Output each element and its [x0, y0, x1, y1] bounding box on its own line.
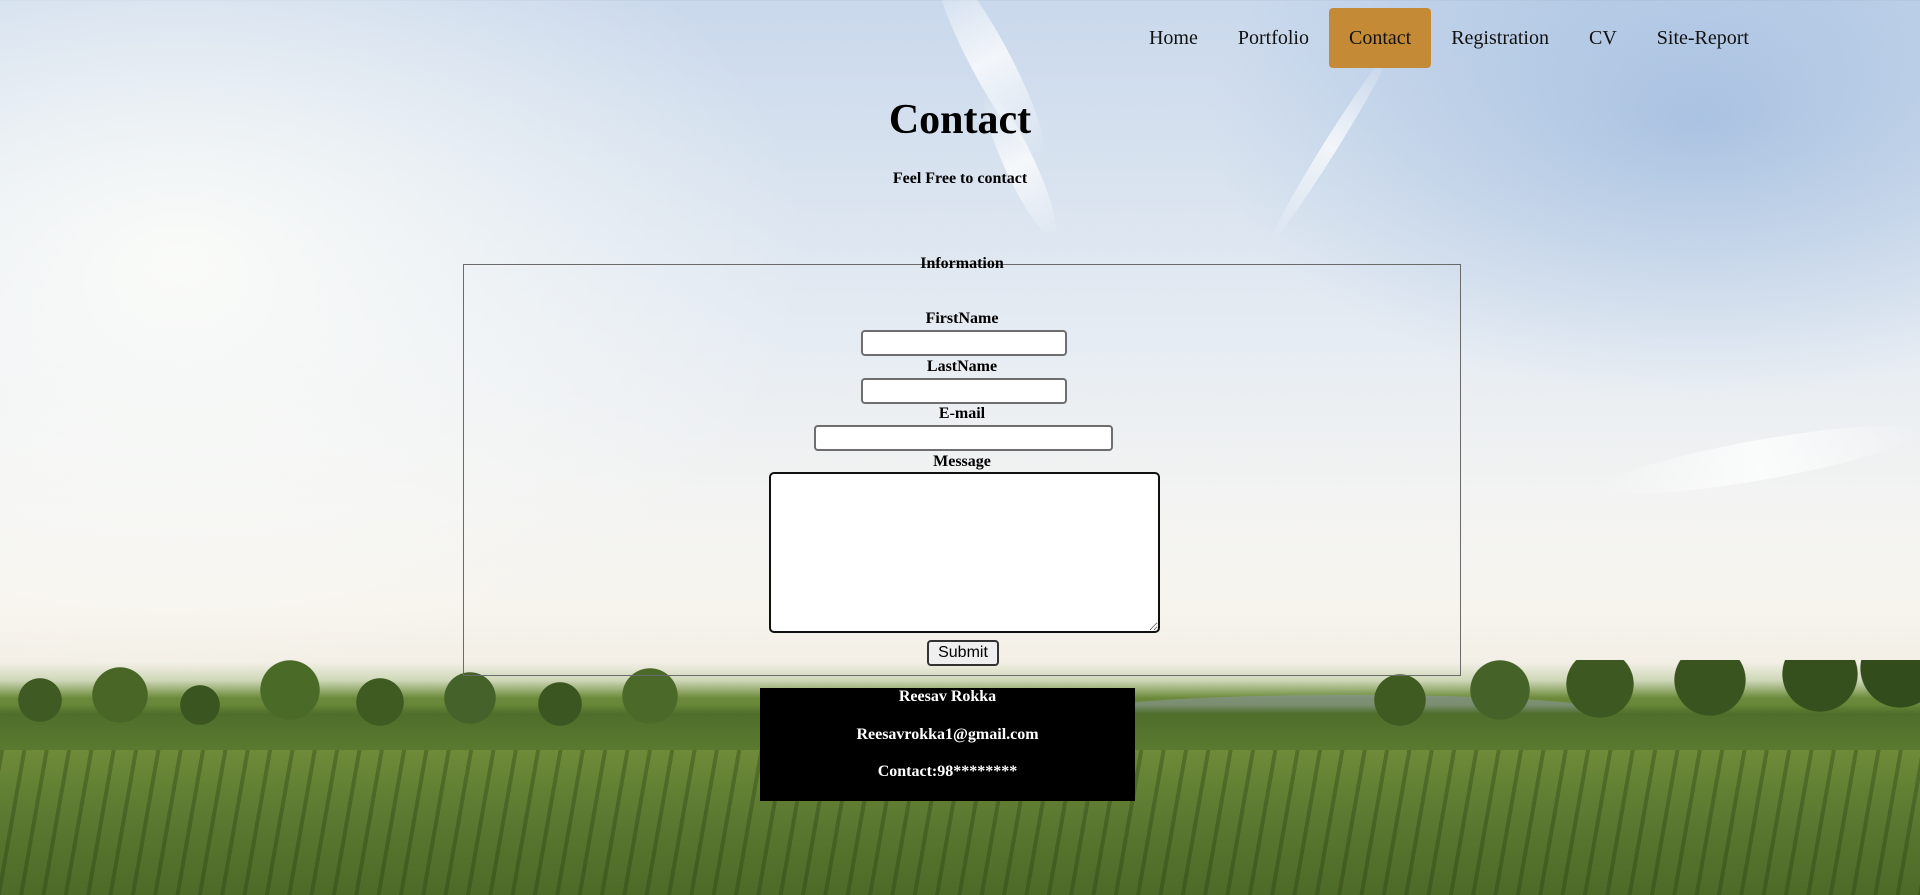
- first-name-field[interactable]: [861, 330, 1067, 356]
- nav-item-home[interactable]: Home: [1129, 8, 1218, 68]
- form-legend: Information: [920, 255, 1004, 272]
- nav-item-site-report[interactable]: Site-Report: [1637, 8, 1769, 68]
- footer-email: Reesavrokka1@gmail.com: [856, 726, 1039, 743]
- page-subtitle: Feel Free to contact: [892, 170, 1028, 187]
- footer: Reesav Rokka Reesavrokka1@gmail.com Cont…: [760, 688, 1135, 801]
- submit-button[interactable]: Submit: [927, 640, 999, 666]
- nav-item-portfolio[interactable]: Portfolio: [1218, 8, 1329, 68]
- email-label: E-mail: [938, 405, 986, 422]
- nav-item-registration[interactable]: Registration: [1431, 8, 1569, 68]
- page-title: Contact: [888, 97, 1032, 143]
- footer-contact: Contact:98********: [877, 763, 1018, 780]
- main-nav: Home Portfolio Contact Registration CV S…: [1129, 8, 1769, 68]
- cloud-streak: [1265, 50, 1395, 244]
- email-field[interactable]: [814, 425, 1113, 451]
- nav-item-contact[interactable]: Contact: [1329, 8, 1432, 68]
- form-legend-wrap: Information: [464, 255, 1460, 273]
- last-name-label: LastName: [926, 358, 998, 375]
- distant-hills: [1100, 695, 1600, 725]
- contact-form: Information FirstName LastName E-mail Me…: [463, 255, 1461, 676]
- message-label: Message: [933, 453, 991, 470]
- cloud-streak: [1598, 412, 1920, 508]
- first-name-label: FirstName: [925, 310, 999, 327]
- last-name-field[interactable]: [861, 378, 1067, 404]
- message-textarea[interactable]: [769, 472, 1160, 633]
- footer-name: Reesav Rokka: [898, 688, 997, 705]
- nav-item-cv[interactable]: CV: [1569, 8, 1637, 68]
